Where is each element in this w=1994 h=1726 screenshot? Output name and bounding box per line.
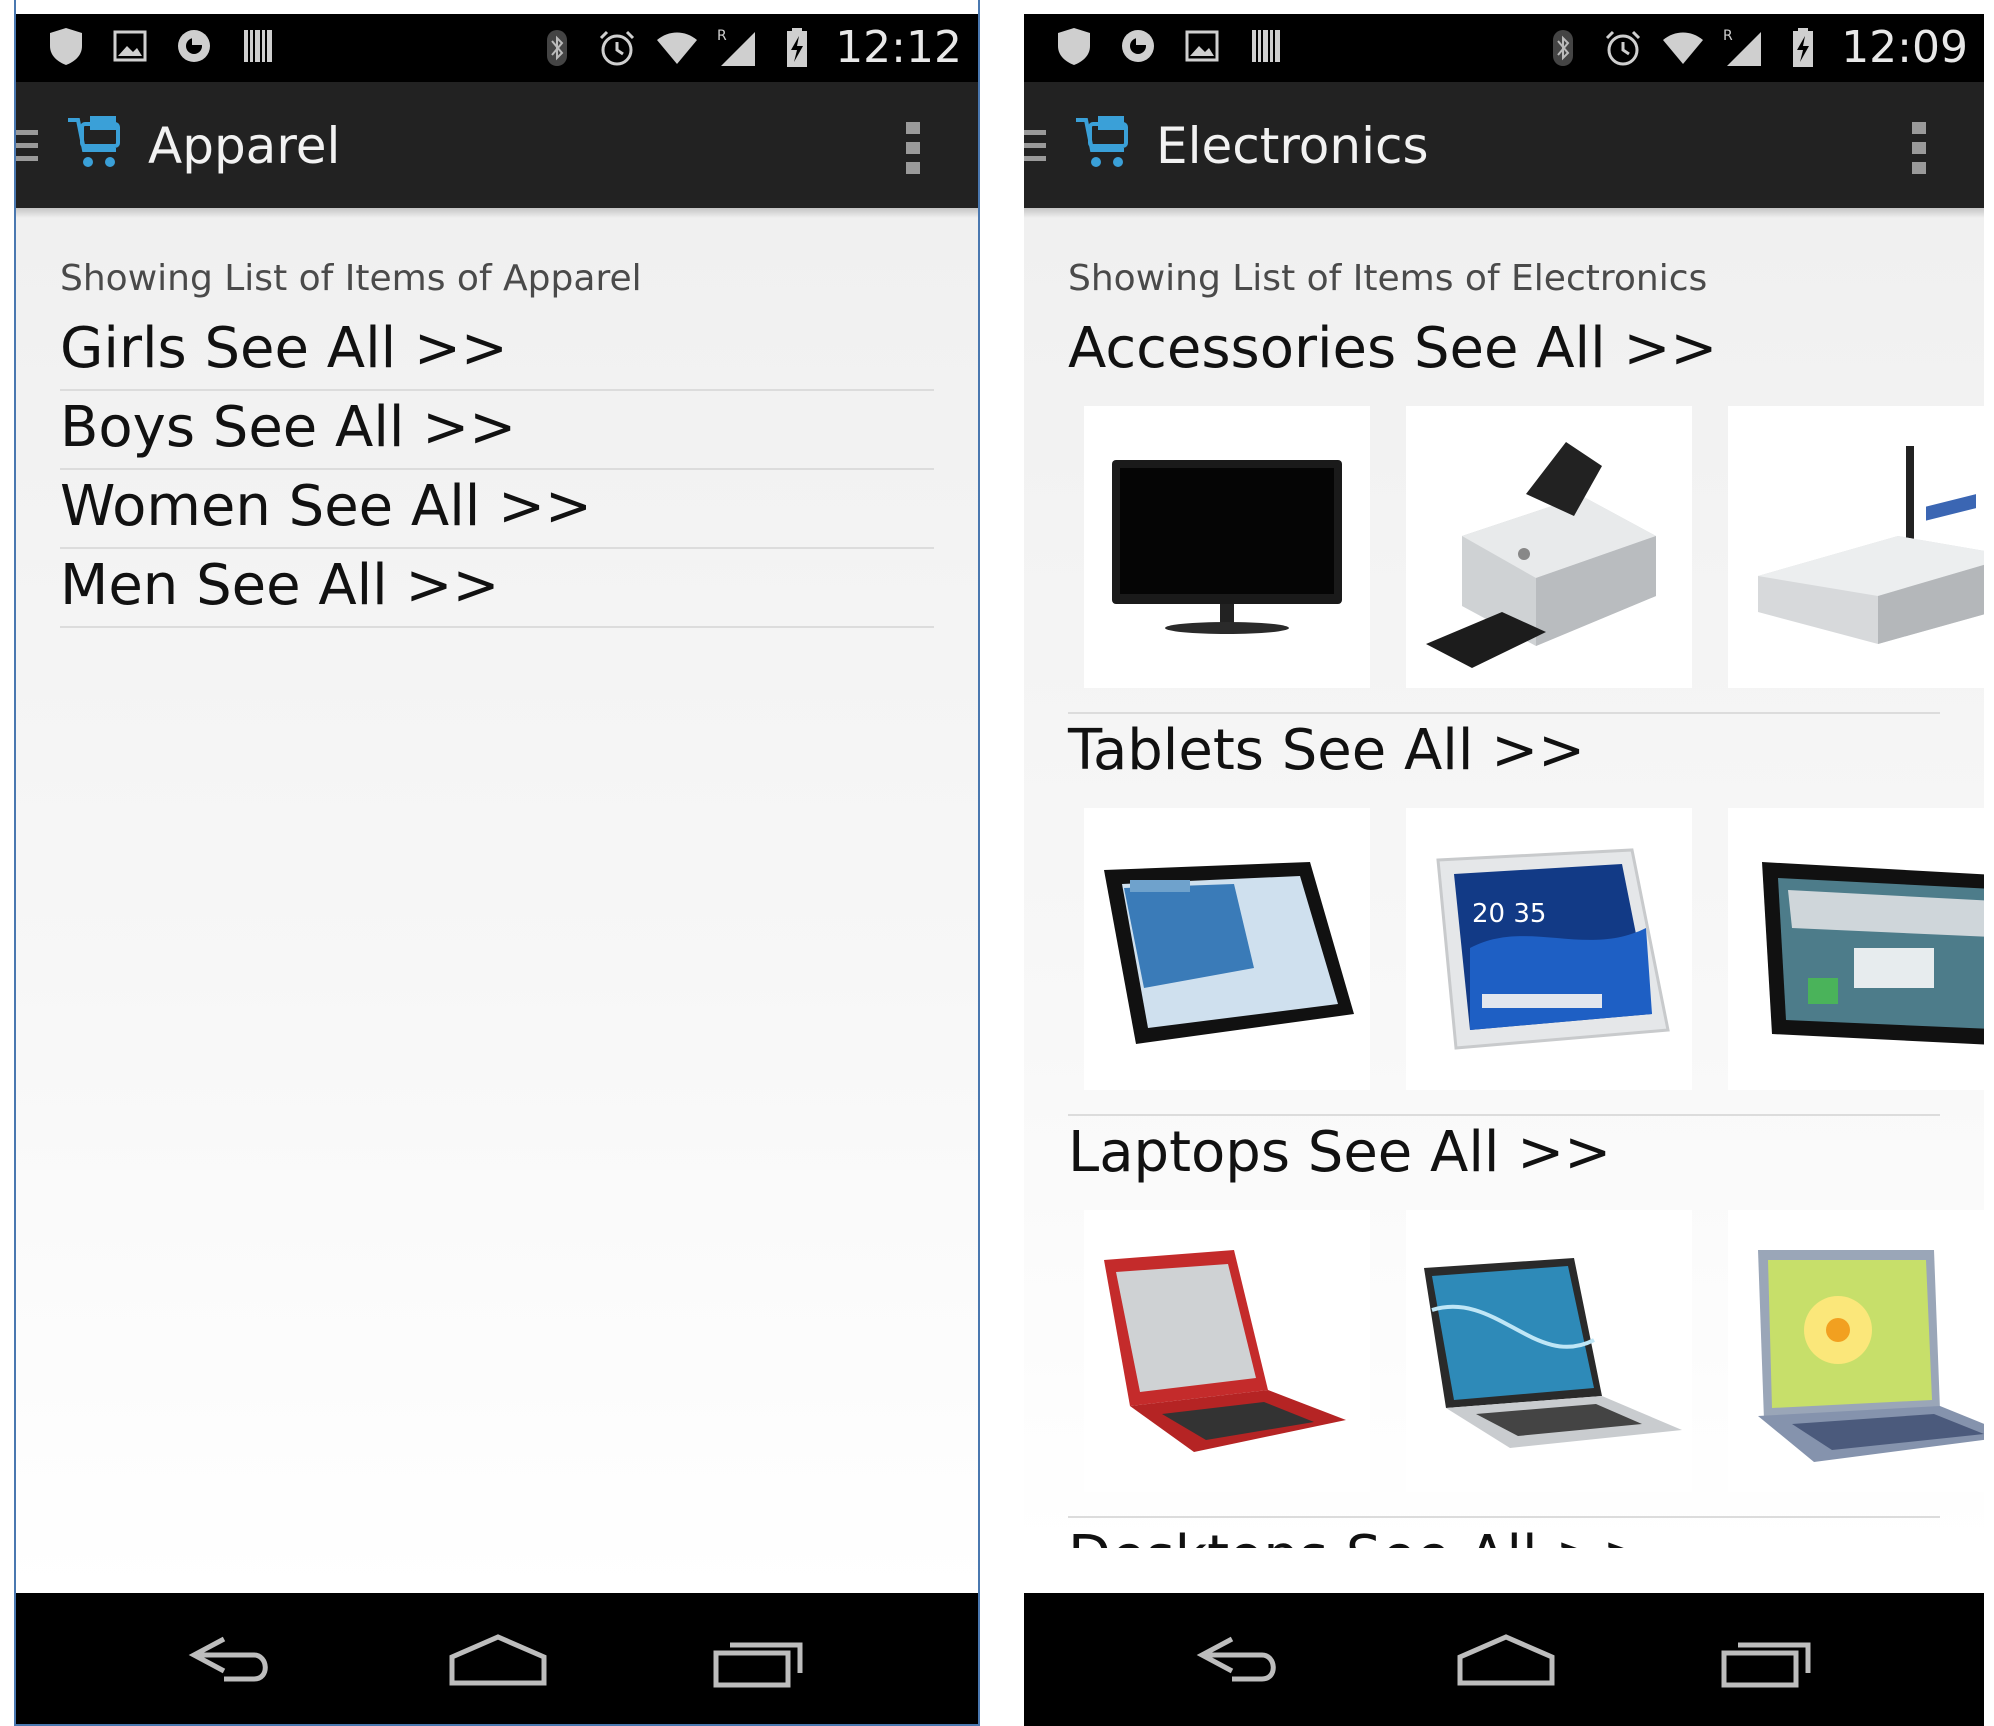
overflow-menu-icon[interactable] <box>904 120 922 176</box>
laptop-icon <box>1758 1250 1984 1462</box>
recents-icon[interactable] <box>1720 1633 1816 1689</box>
wifi-icon <box>1663 32 1704 64</box>
content-area: Showing List of Items of Apparel Girls S… <box>16 208 978 1593</box>
product-thumbnail[interactable] <box>1406 1210 1692 1492</box>
category-girls-see-all[interactable]: Girls See All >> <box>60 312 934 391</box>
navigation-bar <box>1024 1593 1984 1726</box>
product-thumbnail[interactable] <box>1728 406 1984 688</box>
section-accessories: Accessories See All >> <box>1068 312 1984 714</box>
alarm-icon <box>600 30 635 66</box>
signal-icon: R <box>1723 28 1762 66</box>
overflow-menu-icon[interactable] <box>1910 120 1928 176</box>
shield-icon <box>50 28 82 65</box>
barcode-icon <box>244 30 272 62</box>
action-bar: Apparel <box>16 82 978 208</box>
wifi-icon <box>657 32 698 64</box>
laptop-icon <box>1104 1250 1346 1452</box>
svg-text:R: R <box>1723 28 1733 44</box>
image-icon <box>113 30 147 62</box>
category-women-see-all[interactable]: Women See All >> <box>60 470 934 549</box>
status-time: 12:09 <box>1841 22 1968 73</box>
page-title: Apparel <box>148 117 341 175</box>
bluetooth-icon <box>547 30 568 66</box>
sync-icon <box>1122 30 1154 62</box>
drawer-indicator-icon[interactable] <box>1024 126 1052 166</box>
back-icon[interactable] <box>1192 1633 1288 1689</box>
cart-logo-icon[interactable] <box>64 112 126 174</box>
electronics-screen: R 12:09 Electronics Showing List of Item… <box>1024 0 1984 1726</box>
laptop-icon <box>1424 1258 1682 1448</box>
drawer-indicator-icon[interactable] <box>16 126 44 166</box>
battery-icon <box>787 28 808 67</box>
desktops-see-all[interactable]: Desktops See All >> <box>1068 1520 1940 1548</box>
product-thumbnail[interactable] <box>1406 406 1692 688</box>
section-tablets: Tablets See All >> 20 35 <box>1068 714 1984 1116</box>
apparel-screen: R 12:12 Apparel Showing List of Items of… <box>14 0 980 1726</box>
product-thumbnail[interactable] <box>1084 406 1370 688</box>
status-time: 12:12 <box>835 22 962 73</box>
shield-icon <box>1058 28 1090 65</box>
recents-icon[interactable] <box>712 1633 808 1689</box>
product-thumbnail[interactable]: 20 35 <box>1406 808 1692 1090</box>
list-subtitle: Showing List of Items of Electronics <box>1068 258 1708 299</box>
printer-icon <box>1426 442 1656 668</box>
home-icon[interactable] <box>1456 1633 1556 1689</box>
status-bar: R 12:12 <box>16 14 978 82</box>
tablets-see-all[interactable]: Tablets See All >> <box>1068 714 1940 788</box>
product-thumbnail[interactable] <box>1728 1210 1984 1492</box>
navigation-bar <box>16 1593 978 1724</box>
laptops-see-all[interactable]: Laptops See All >> <box>1068 1116 1940 1190</box>
svg-text:20 35: 20 35 <box>1472 899 1546 929</box>
battery-icon <box>1793 28 1814 67</box>
action-bar: Electronics <box>1024 82 1984 208</box>
image-icon <box>1185 30 1219 62</box>
category-men-see-all[interactable]: Men See All >> <box>60 549 934 628</box>
home-icon[interactable] <box>448 1633 548 1689</box>
tv-icon <box>1112 460 1342 634</box>
back-icon[interactable] <box>184 1633 280 1689</box>
section-laptops: Laptops See All >> <box>1068 1116 1984 1518</box>
cart-logo-icon[interactable] <box>1072 112 1134 174</box>
bluetooth-icon <box>1553 30 1574 66</box>
product-thumbnail[interactable] <box>1084 1210 1370 1492</box>
accessories-see-all[interactable]: Accessories See All >> <box>1068 312 1940 386</box>
barcode-icon <box>1252 30 1280 62</box>
product-thumbnail[interactable] <box>1728 808 1984 1090</box>
alarm-icon <box>1606 30 1641 66</box>
status-bar: R 12:09 <box>1024 14 1984 82</box>
tablet-icon <box>1104 862 1354 1044</box>
list-subtitle: Showing List of Items of Apparel <box>60 258 642 299</box>
router-icon <box>1758 446 1984 644</box>
page-title: Electronics <box>1156 117 1429 175</box>
tablet-icon: 20 35 <box>1436 848 1670 1050</box>
category-list: Girls See All >> Boys See All >> Women S… <box>60 312 934 628</box>
sync-icon <box>178 30 210 62</box>
svg-text:R: R <box>717 28 727 44</box>
signal-icon: R <box>717 28 756 66</box>
section-desktops: Desktops See All >> <box>1068 1520 1940 1548</box>
category-boys-see-all[interactable]: Boys See All >> <box>60 391 934 470</box>
section-divider <box>1068 1516 1940 1518</box>
content-area: Showing List of Items of Electronics Acc… <box>1024 208 1984 1548</box>
tablet-icon <box>1762 862 1984 1045</box>
product-thumbnail[interactable] <box>1084 808 1370 1090</box>
